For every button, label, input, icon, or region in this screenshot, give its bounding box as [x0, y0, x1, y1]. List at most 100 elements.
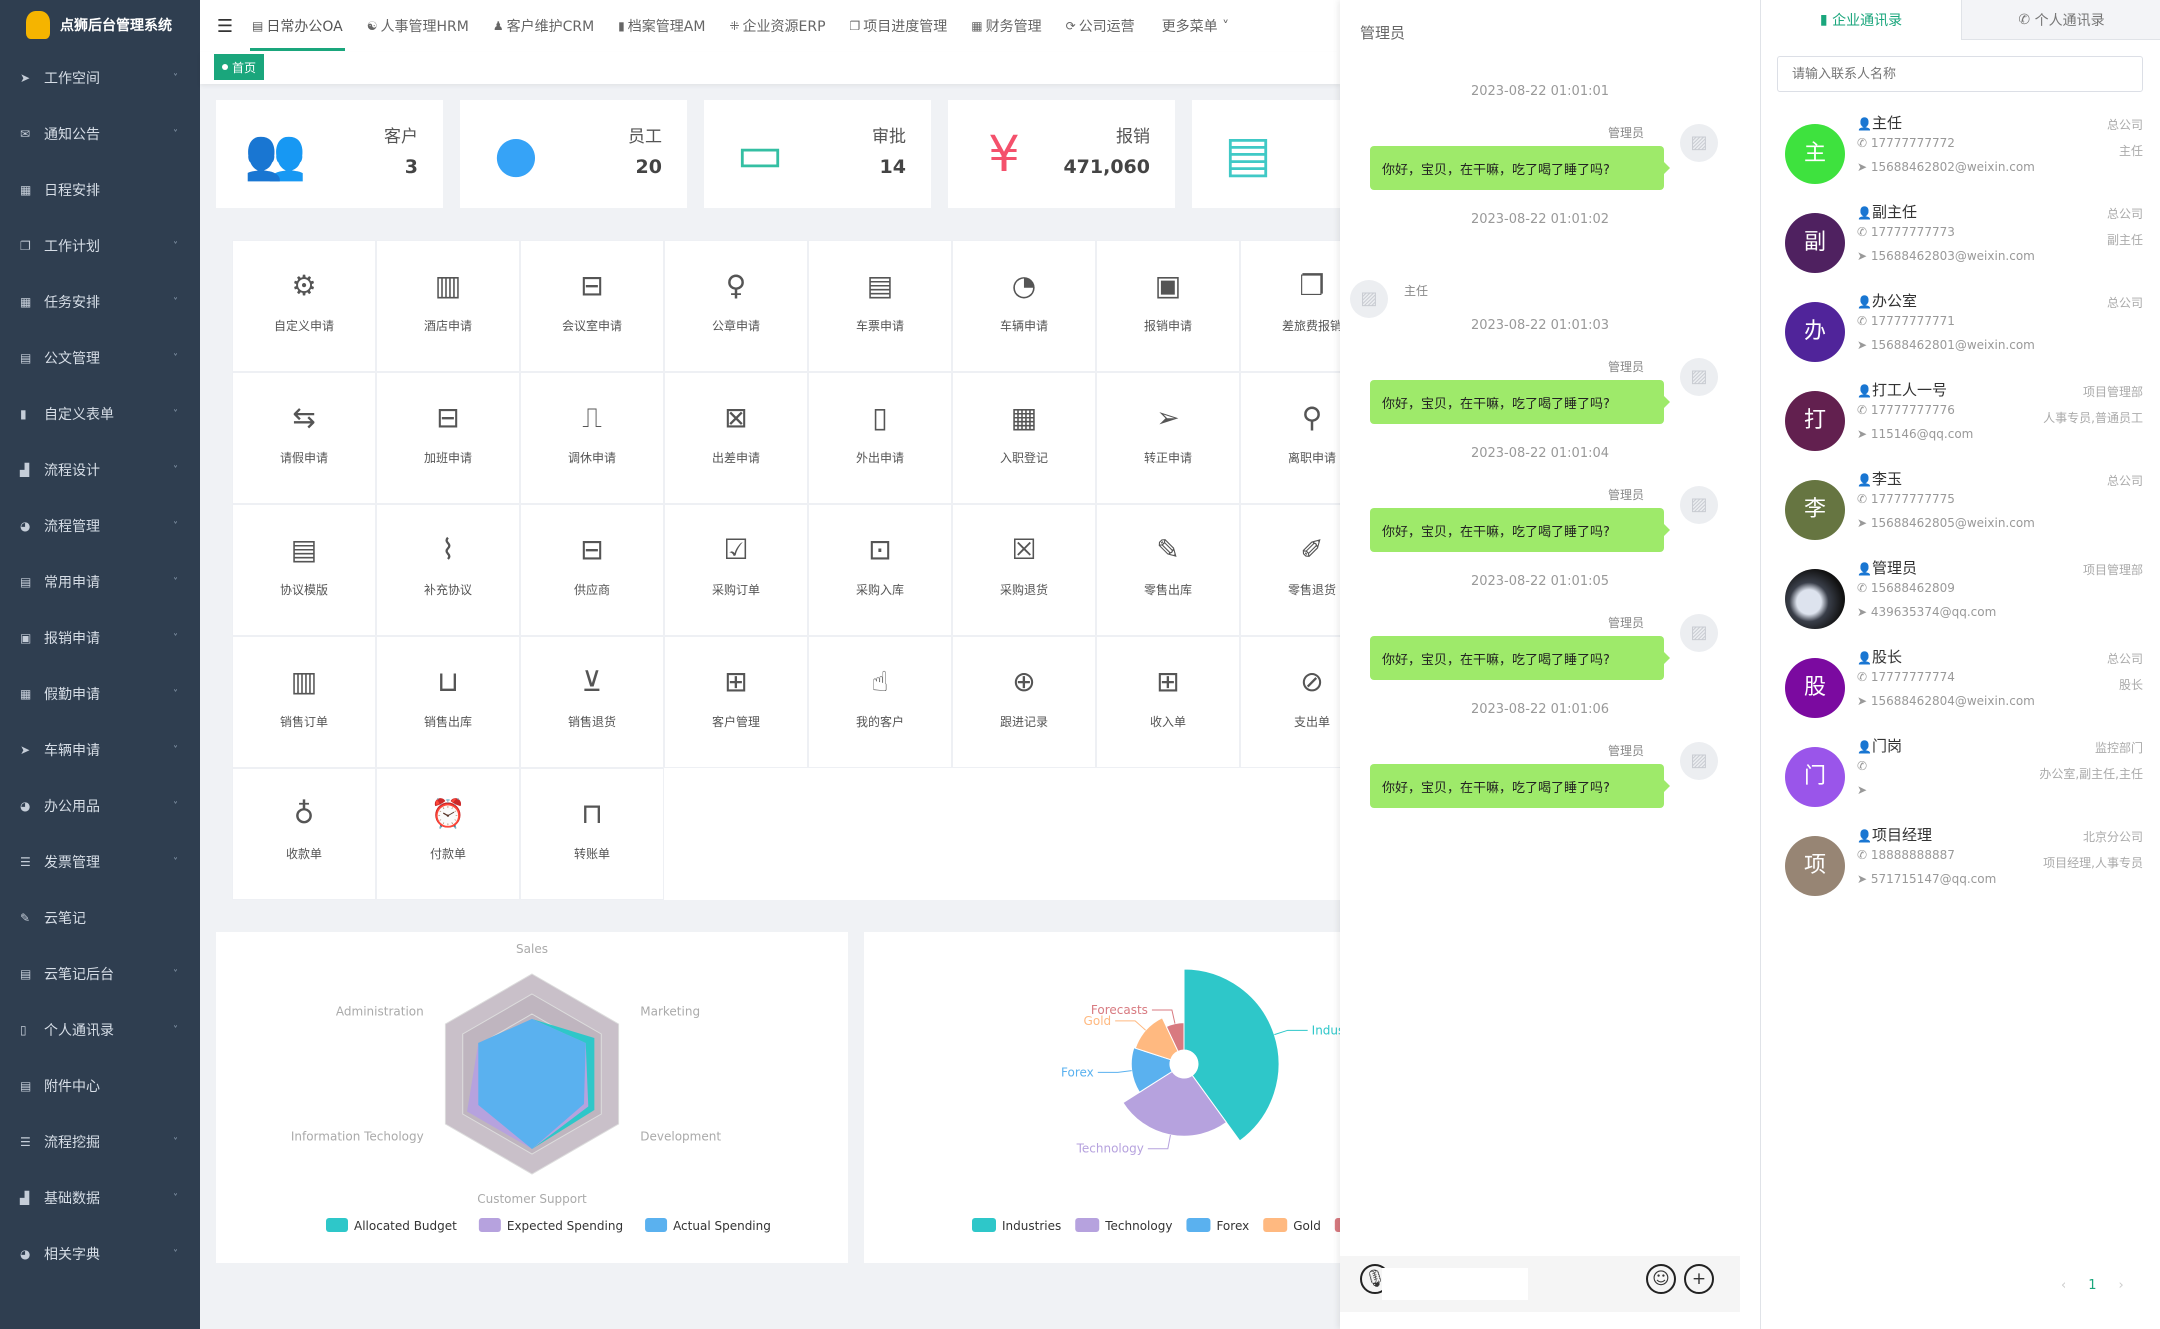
legend-swatch[interactable]	[645, 1218, 668, 1232]
app-tile[interactable]: ⌇ 补充协议	[376, 504, 520, 636]
legend-label[interactable]: Forex	[1216, 1219, 1249, 1233]
sidebar-item[interactable]: ▤ 附件中心	[0, 1058, 200, 1114]
app-logo[interactable]: 点狮后台管理系统	[0, 0, 200, 50]
top-tab[interactable]: ❐ 项目进度管理	[838, 0, 960, 52]
top-tab[interactable]: ⁜ 企业资源ERP	[717, 0, 837, 52]
app-tile[interactable]: ⊻ 销售退货	[520, 636, 664, 768]
app-tile[interactable]: ▥ 酒店申请	[376, 240, 520, 372]
legend-label[interactable]: Allocated Budget	[354, 1219, 457, 1233]
legend-label[interactable]: Expected Spending	[507, 1219, 623, 1233]
legend-label[interactable]: Industries	[1002, 1219, 1061, 1233]
app-tile[interactable]: ☒ 采购退货	[952, 504, 1096, 636]
legend-swatch[interactable]	[1075, 1218, 1100, 1232]
sidebar-item[interactable]: ❐ 工作计划 ˅	[0, 218, 200, 274]
contact-item[interactable]: 股 👤股长 ✆ 17777777774 ➤ 15688462804@weixin…	[1785, 646, 2145, 734]
sidebar-item[interactable]: ▦ 任务安排 ˅	[0, 274, 200, 330]
app-tile[interactable]: ⊠ 出差申请	[664, 372, 808, 504]
contact-item[interactable]: 副 👤副主任 ✆ 17777777773 ➤ 15688462803@weixi…	[1785, 201, 2145, 289]
top-tab[interactable]: ⟳ 公司运营	[1054, 0, 1147, 52]
app-tile[interactable]: ⊟ 供应商	[520, 504, 664, 636]
contact-search-input[interactable]	[1777, 56, 2143, 92]
contact-item[interactable]: 👤管理员 ✆ 15688462809 ➤ 439635374@qq.com 项目…	[1785, 557, 2145, 645]
app-tile[interactable]: ▥ 销售订单	[232, 636, 376, 768]
legend-label[interactable]: Actual Spending	[673, 1219, 771, 1233]
sidebar-item[interactable]: ✉ 通知公告 ˅	[0, 106, 200, 162]
top-tab[interactable]: ♟ 客户维护CRM	[481, 0, 606, 52]
app-tile[interactable]: ➢ 转正申请	[1096, 372, 1240, 504]
sidebar-item[interactable]: ◕ 办公用品 ˅	[0, 778, 200, 834]
app-tile[interactable]: ▤ 车票申请	[808, 240, 952, 372]
legend-swatch[interactable]	[1186, 1218, 1211, 1232]
app-tile[interactable]: ⊓ 转账单	[520, 768, 664, 900]
sidebar-item[interactable]: ▤ 公文管理 ˅	[0, 330, 200, 386]
app-tile[interactable]: ⊕ 跟进记录	[952, 636, 1096, 768]
tab-personal-contacts[interactable]: ✆ 个人通讯录	[1961, 0, 2160, 40]
stat-card[interactable]: ¥ 报销 471,060	[948, 100, 1175, 208]
app-tile[interactable]: ⏰ 付款单	[376, 768, 520, 900]
top-tab[interactable]: 更多菜单 ˅	[1147, 0, 1241, 52]
app-tile[interactable]: ⚲ 离职申请	[1240, 372, 1340, 504]
app-tile[interactable]: ⊡ 采购入库	[808, 504, 952, 636]
app-tile[interactable]: ♀ 公章申请	[664, 240, 808, 372]
legend-swatch[interactable]	[326, 1218, 348, 1232]
sidebar-item[interactable]: ▯ 个人通讯录 ˅	[0, 1002, 200, 1058]
stat-card[interactable]: 👥 客户 3	[216, 100, 443, 208]
tab-enterprise-contacts[interactable]: ▮ 企业通讯录	[1761, 0, 1961, 40]
app-tile[interactable]: ◔ 车辆申请	[952, 240, 1096, 372]
top-tab[interactable]: ☯ 人事管理HRM	[355, 0, 481, 52]
legend-swatch[interactable]	[478, 1218, 501, 1232]
stat-card[interactable]: ▭ 审批 14	[704, 100, 931, 208]
sidebar-item[interactable]: ☰ 流程挖掘 ˅	[0, 1114, 200, 1170]
sidebar-item[interactable]: ✎ 云笔记	[0, 890, 200, 946]
app-tile[interactable]: ☝ 我的客户	[808, 636, 952, 768]
legend-swatch[interactable]	[1263, 1218, 1288, 1232]
app-tile[interactable]: ▦ 入职登记	[952, 372, 1096, 504]
sidebar-item[interactable]: ◕ 流程管理 ˅	[0, 498, 200, 554]
sidebar-item[interactable]: ▟ 流程设计 ˅	[0, 442, 200, 498]
plus-icon[interactable]: +	[1684, 1264, 1714, 1294]
contact-item[interactable]: 门 👤门岗 ✆ ➤ 监控部门 办公室,副主任,主任	[1785, 735, 2145, 823]
app-tile[interactable]: ⊞ 收入单	[1096, 636, 1240, 768]
sidebar-item[interactable]: ▦ 假勤申请 ˅	[0, 666, 200, 722]
sidebar-item[interactable]: ➤ 工作空间 ˅	[0, 50, 200, 106]
legend-swatch[interactable]	[972, 1218, 996, 1232]
legend-label[interactable]: Gold	[1293, 1219, 1321, 1233]
app-tile[interactable]: ⊟ 加班申请	[376, 372, 520, 504]
sidebar-item[interactable]: ☰ 发票管理 ˅	[0, 834, 200, 890]
sidebar-item[interactable]: ▤ 常用申请 ˅	[0, 554, 200, 610]
app-tile[interactable]: ⎍ 调休申请	[520, 372, 664, 504]
contact-item[interactable]: 打 👤打工人一号 ✆ 17777777776 ➤ 115146@qq.com 项…	[1785, 379, 2145, 467]
contact-item[interactable]: 主 👤主任 ✆ 17777777772 ➤ 15688462802@weixin…	[1785, 112, 2145, 200]
app-tile[interactable]: ✐ 零售退货	[1240, 504, 1340, 636]
prev-page-icon[interactable]: ‹	[2061, 1278, 2066, 1293]
app-tile[interactable]: ▯ 外出申请	[808, 372, 952, 504]
top-tab[interactable]: ▤ 日常办公OA	[240, 0, 355, 52]
sidebar-item[interactable]: ▣ 报销申请 ˅	[0, 610, 200, 666]
sidebar-item[interactable]: ◕ 相关字典 ˅	[0, 1226, 200, 1282]
app-tile[interactable]: ⊔ 销售出库	[376, 636, 520, 768]
app-tile[interactable]: ⊞ 客户管理	[664, 636, 808, 768]
contact-item[interactable]: 李 👤李玉 ✆ 17777777775 ➤ 15688462805@weixin…	[1785, 468, 2145, 556]
page-number[interactable]: 1	[2088, 1278, 2096, 1293]
chat-input[interactable]	[1382, 1268, 1528, 1300]
app-tile[interactable]: ⊘ 支出单	[1240, 636, 1340, 768]
app-tile[interactable]: ⚙ 自定义申请	[232, 240, 376, 372]
app-tile[interactable]: ✎ 零售出库	[1096, 504, 1240, 636]
sidebar-item[interactable]: ▤ 云笔记后台 ˅	[0, 946, 200, 1002]
app-tile[interactable]: ▣ 报销申请	[1096, 240, 1240, 372]
legend-label[interactable]: Technology	[1104, 1219, 1172, 1233]
app-tile[interactable]: ⊟ 会议室申请	[520, 240, 664, 372]
contact-item[interactable]: 办 👤办公室 ✆ 17777777771 ➤ 15688462801@weixi…	[1785, 290, 2145, 378]
top-tab[interactable]: ▮ 档案管理AM	[606, 0, 717, 52]
sidebar-item[interactable]: ▦ 日程安排	[0, 162, 200, 218]
contact-item[interactable]: 项 👤项目经理 ✆ 18888888887 ➤ 571715147@qq.com…	[1785, 824, 2145, 912]
emoji-icon[interactable]: ☺	[1646, 1264, 1676, 1294]
top-tab[interactable]: ▦ 财务管理	[959, 0, 1053, 52]
app-tile[interactable]: ❐ 差旅费报销	[1240, 240, 1340, 372]
app-tile[interactable]: ☑ 采购订单	[664, 504, 808, 636]
app-tile[interactable]: ♁ 收款单	[232, 768, 376, 900]
stat-card[interactable]: ● 员工 20	[460, 100, 687, 208]
sidebar-item[interactable]: ➤ 车辆申请 ˅	[0, 722, 200, 778]
sidebar-item[interactable]: ▟ 基础数据 ˅	[0, 1170, 200, 1226]
sidebar-item[interactable]: ▮ 自定义表单 ˅	[0, 386, 200, 442]
